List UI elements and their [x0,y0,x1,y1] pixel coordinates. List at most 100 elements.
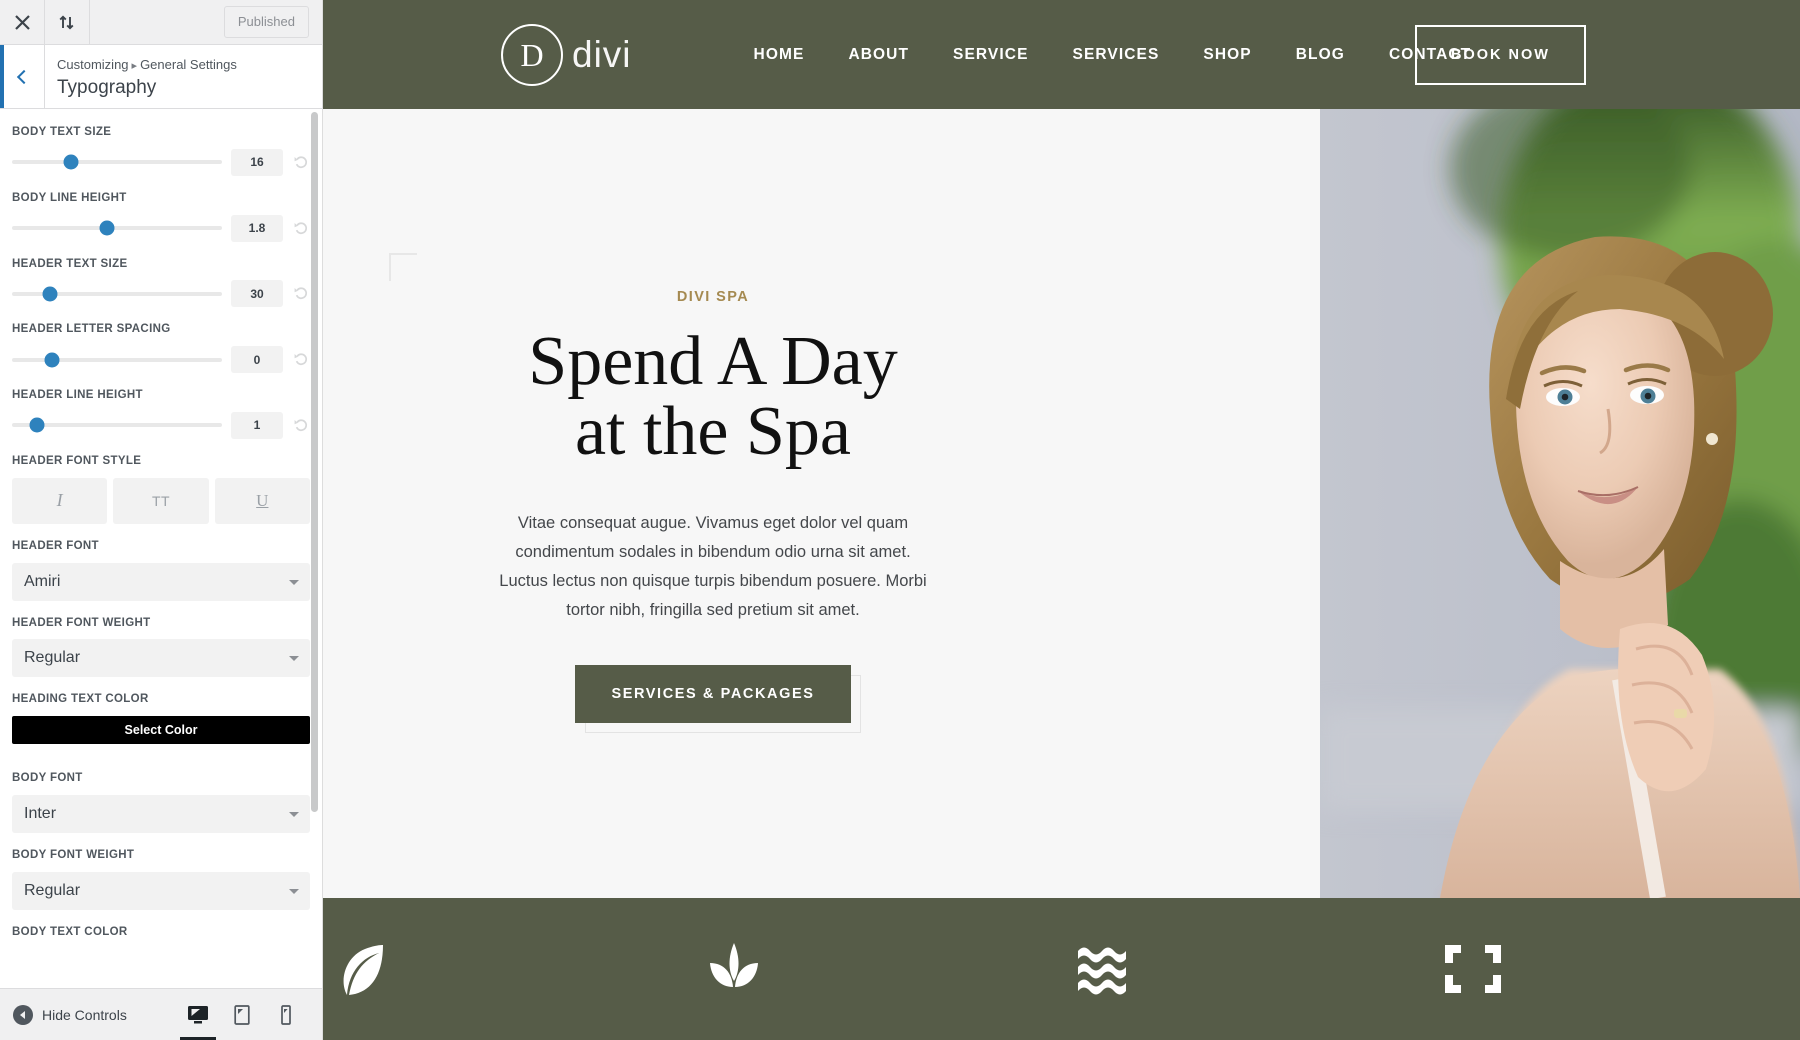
desktop-preview-button[interactable] [180,995,216,1040]
logo-wordmark: divi [572,33,632,75]
control-label: HEADER TEXT SIZE [12,257,128,270]
feature-icon-cell [1062,937,1431,1001]
hero-photo [1320,109,1800,898]
breadcrumb-separator: ▸ [131,60,138,72]
control-body-line-height: BODY LINE HEIGHT 1.8 [12,192,310,242]
font-style-toggle-group: I TT U [12,477,310,524]
published-status-button[interactable]: Published [223,5,309,39]
collapse-arrow-icon [13,1004,33,1025]
select-value: Amiri [24,572,61,590]
hero-paragraph: Vitae consequat augue. Vivamus eget dolo… [499,514,927,619]
mobile-preview-button[interactable] [272,995,300,1035]
range-thumb[interactable] [42,286,58,302]
range-thumb[interactable] [29,417,45,433]
control-label: HEADING TEXT COLOR [12,693,149,706]
nav-item-service[interactable]: SERVICE [931,46,1050,64]
nav-item-about[interactable]: ABOUT [826,46,931,64]
breadcrumb-parent[interactable]: General Settings [140,57,237,72]
collapse-arrows-icon[interactable] [45,0,90,44]
range-value-input[interactable]: 30 [231,280,283,308]
site-logo[interactable]: D divi [501,23,632,86]
divi-logo-icon: D [501,23,563,86]
select-control[interactable]: Regular [12,871,310,910]
select-value: Regular [24,881,81,899]
reset-icon[interactable] [292,221,310,235]
range-control-row: 16 [12,148,310,176]
resize-corners-icon [1441,937,1505,1001]
select-control[interactable]: Regular [12,639,310,678]
control-heading-text-color: HEADING TEXT COLOR Select Color [12,693,310,745]
chevron-left-glyph [16,69,32,84]
nav-item-home[interactable]: HOME [732,46,827,64]
range-control-row: 1 [12,411,310,439]
range-control-row: 30 [12,280,310,308]
feature-icon-cell [323,937,692,1001]
select-value: Inter [24,804,57,822]
chevron-left-icon[interactable] [0,45,45,108]
collapse-arrow-glyph [19,1010,25,1019]
reset-icon[interactable] [292,353,310,366]
hide-controls-button[interactable]: Hide Controls [0,1004,127,1025]
control-header-line-height: HEADER LINE HEIGHT 1 [12,389,310,439]
select-control[interactable]: Amiri [12,562,310,601]
range-value-input[interactable]: 1.8 [231,214,283,242]
select-control[interactable]: Inter [12,794,310,833]
sprout-icon [702,937,766,1001]
range-thumb[interactable] [99,220,114,236]
breadcrumb-root[interactable]: Customizing [57,57,129,72]
nav-item-blog[interactable]: BLOG [1274,46,1367,64]
hero-title-line-1: Spend A Day [528,323,898,400]
control-label: HEADER LINE HEIGHT [12,389,143,402]
feature-icon-cell [1431,937,1800,1001]
range-value-input[interactable]: 0 [231,346,283,374]
device-preview-buttons [180,995,322,1040]
range-slider[interactable] [12,352,222,368]
control-label: BODY FONT WEIGHT [12,848,135,861]
page-title: Typography [57,76,157,98]
control-body-font: BODY FONT Inter [12,772,310,833]
panel-scrollbar[interactable] [311,112,318,812]
reset-icon[interactable] [292,287,310,300]
close-icon[interactable] [0,0,45,44]
range-slider[interactable] [12,286,222,302]
range-slider[interactable] [12,154,222,170]
nav-item-shop[interactable]: SHOP [1181,46,1273,64]
book-now-button[interactable]: BOOK NOW [1415,24,1586,85]
range-slider[interactable] [12,220,222,236]
range-slider[interactable] [12,417,222,433]
control-header-font: HEADER FONT Amiri [12,540,310,601]
control-label: HEADER FONT STYLE [12,454,142,467]
reset-icon[interactable] [292,419,310,432]
range-thumb[interactable] [44,352,60,368]
nav-item-services[interactable]: SERVICES [1051,46,1182,64]
italic-toggle-button[interactable]: I [12,477,108,524]
hero-cta-wrapper: SERVICES & PACKAGES [575,664,861,733]
hero-spacer [1103,109,1320,898]
tablet-preview-button[interactable] [228,995,256,1035]
feature-icons-strip [323,898,1800,1040]
range-value-input[interactable]: 16 [231,148,283,176]
underline-toggle-button[interactable]: U [214,477,310,524]
site-header: D divi HOME ABOUT SERVICE SERVICES SHOP BLOG C… [323,0,1800,109]
section-header-text: Customizing ▸ General Settings Typography [45,45,237,108]
control-body-font-weight: BODY FONT WEIGHT Regular [12,849,310,910]
chevron-down-icon [289,656,299,662]
range-value-input[interactable]: 1 [231,411,283,439]
range-control-row: 1.8 [12,214,310,242]
hero-title-line-2: at the Spa [574,393,852,470]
customizer-controls-list: BODY TEXT SIZE 16 BODY LINE HEIGHT 1.8 HEADE… [0,110,322,988]
services-packages-button[interactable]: SERVICES & PACKAGES [575,664,851,723]
hero-text-column: DIVI SPA Spend A Day at the Spa Vitae co… [323,109,1103,898]
control-label: BODY TEXT COLOR [12,925,128,938]
select-color-button[interactable]: Select Color [12,716,310,745]
hero-eyebrow: DIVI SPA [676,289,750,305]
primary-navigation: HOME ABOUT SERVICE SERVICES SHOP BLOG CONTACT [732,46,1494,64]
control-label: BODY LINE HEIGHT [12,191,127,204]
control-label: HEADER LETTER SPACING [12,323,171,336]
range-thumb[interactable] [63,154,79,170]
customizer-section-header: Customizing ▸ General Settings Typography [0,45,322,109]
control-label: BODY TEXT SIZE [12,126,112,138]
customizer-panel: Published Customizing ▸ General Settings T… [0,0,323,1040]
uppercase-toggle-button[interactable]: TT [113,477,209,524]
reset-icon[interactable] [292,156,310,169]
